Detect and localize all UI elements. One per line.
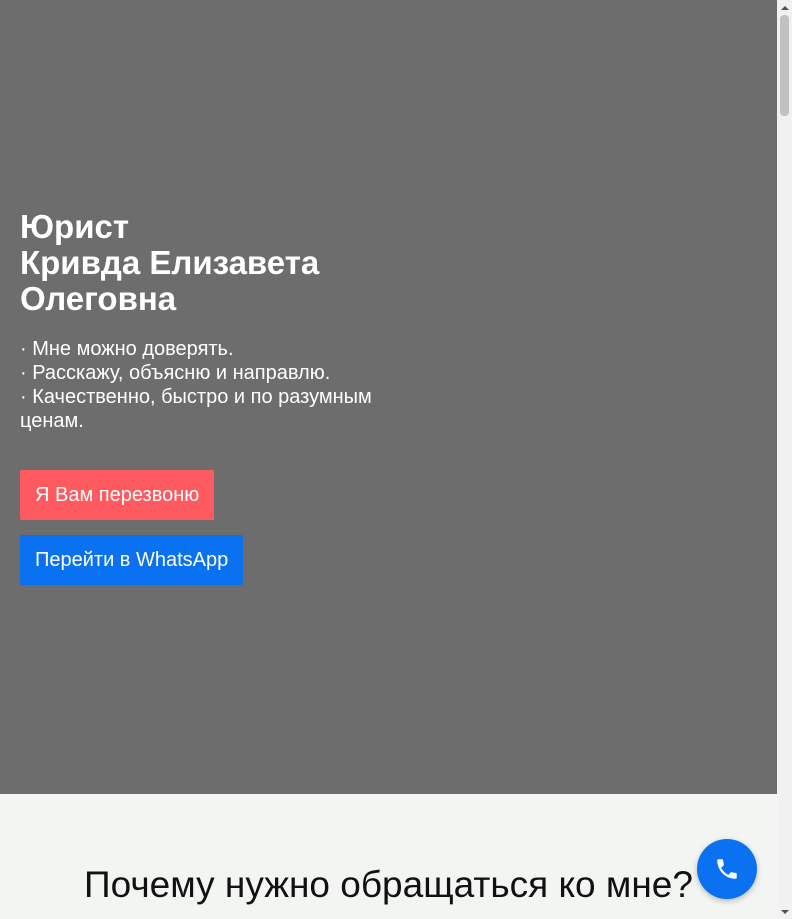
hero-section: Юрист Кривда Елизавета Олеговна · Мне мо… <box>0 0 777 794</box>
benefit-item: · Мне можно доверять. <box>20 338 234 360</box>
benefit-item: · Расскажу, объясню и направлю. <box>20 362 331 384</box>
hero-title: Юрист Кривда Елизавета Олеговна <box>20 209 420 317</box>
hero-title-line: Юрист <box>20 208 129 245</box>
callback-button[interactable]: Я Вам перезвоню <box>20 470 215 520</box>
whatsapp-button[interactable]: Перейти в WhatsApp <box>20 535 244 585</box>
phone-icon <box>717 859 737 879</box>
benefit-item: · Качественно, быстро и по разумным цена… <box>20 386 372 432</box>
hero-title-line: Кривда Елизавета <box>20 244 320 281</box>
hero-title-line: Олеговна <box>20 280 177 317</box>
arrow-down-icon <box>780 909 789 914</box>
why-section-title: Почему нужно обращаться ко мне? <box>84 864 693 905</box>
scroll-down-button[interactable] <box>777 904 792 919</box>
hero-benefits-list: · Мне можно доверять. · Расскажу, объясн… <box>20 337 390 433</box>
vertical-scrollbar[interactable] <box>777 0 792 919</box>
why-section: Почему нужно обращаться ко мне? <box>0 794 777 919</box>
scrollbar-thumb[interactable] <box>780 15 789 116</box>
scroll-up-button[interactable] <box>777 0 792 15</box>
page-viewport: Юрист Кривда Елизавета Олеговна · Мне мо… <box>0 0 777 919</box>
call-fab-button[interactable] <box>697 839 757 899</box>
arrow-up-icon <box>780 5 789 10</box>
